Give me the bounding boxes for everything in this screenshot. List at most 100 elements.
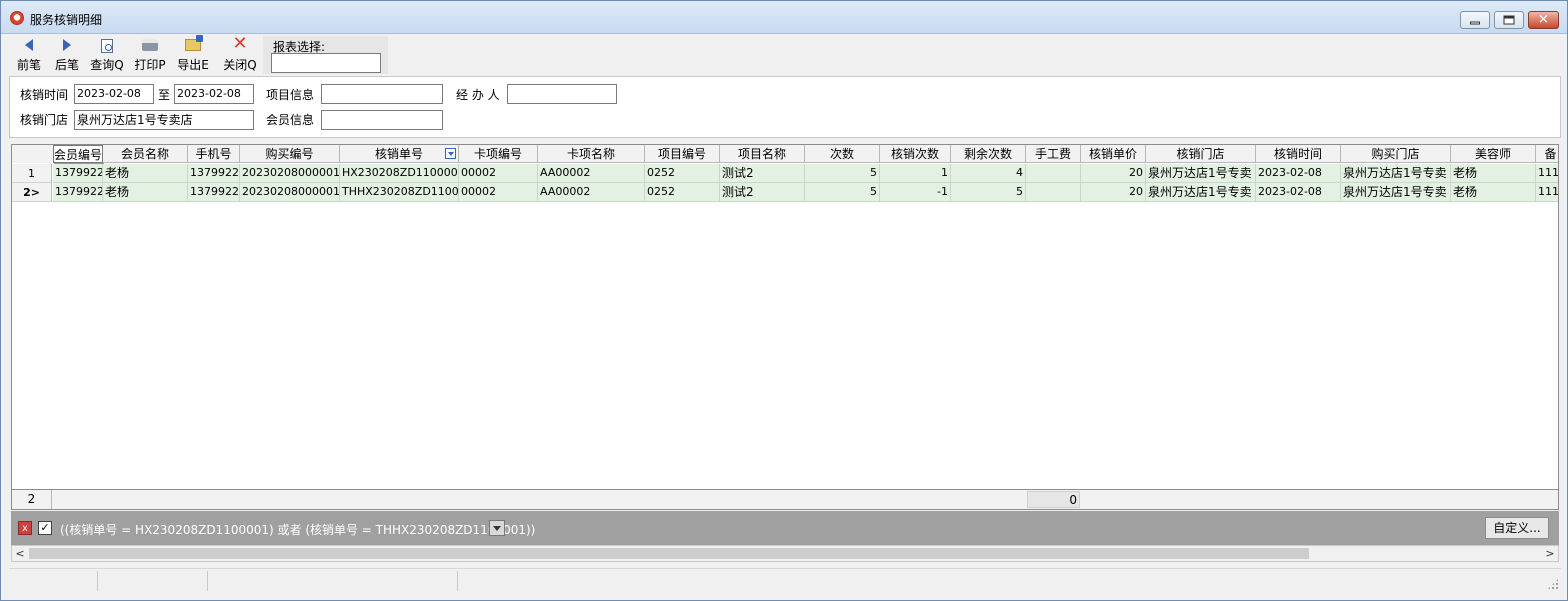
clear-filter-button[interactable]: x <box>18 521 32 535</box>
table-cell[interactable]: 5 <box>805 183 880 202</box>
table-cell[interactable]: 老杨 <box>1451 183 1536 202</box>
column-header[interactable]: 手工费 <box>1026 145 1081 163</box>
scroll-right-icon[interactable]: > <box>1542 546 1558 561</box>
table-cell[interactable]: 1379922 <box>53 164 103 183</box>
column-header[interactable]: 剩余次数 <box>951 145 1026 163</box>
column-header[interactable]: 核销门店 <box>1146 145 1256 163</box>
export-button[interactable]: 导出E <box>173 34 213 76</box>
report-select-input[interactable] <box>271 53 381 73</box>
prev-button[interactable]: 前笔 <box>9 34 49 76</box>
row-indicator[interactable]: 2> <box>12 183 52 202</box>
scroll-thumb[interactable] <box>29 548 1309 559</box>
table-cell[interactable]: 测试2 <box>720 164 805 183</box>
table-cell[interactable] <box>1026 183 1081 202</box>
column-header[interactable]: 核销时间 <box>1256 145 1341 163</box>
scroll-left-icon[interactable]: < <box>12 546 28 561</box>
table-cell[interactable]: 4 <box>951 164 1026 183</box>
column-header[interactable]: 卡项编号 <box>459 145 538 163</box>
member-info-field[interactable] <box>321 110 443 130</box>
table-cell[interactable]: HX230208ZD1100001 <box>340 164 459 183</box>
table-cell[interactable]: 111 <box>1536 183 1558 202</box>
table-cell[interactable]: AA00002 <box>538 183 645 202</box>
maximize-button[interactable] <box>1494 11 1524 29</box>
table-cell[interactable] <box>1026 164 1081 183</box>
column-header[interactable]: 购买编号 <box>240 145 340 163</box>
table-cell[interactable]: 00002 <box>459 183 538 202</box>
date-to-field[interactable]: 2023-02-08 <box>174 84 254 104</box>
table-cell[interactable]: 20 <box>1081 164 1146 183</box>
resize-grip-icon[interactable] <box>1547 578 1559 590</box>
table-cell[interactable]: 老杨 <box>103 164 188 183</box>
table-cell[interactable]: 1379922 <box>53 183 103 202</box>
filter-expression-bar: x ✓ ((核销单号 = HX230208ZD1100001) 或者 (核销单号… <box>11 511 1559 545</box>
table-cell[interactable]: 5 <box>951 183 1026 202</box>
table-cell[interactable]: 111 <box>1536 164 1558 183</box>
table-cell[interactable]: -1 <box>880 183 951 202</box>
filter-expression-text[interactable]: ((核销单号 = HX230208ZD1100001) 或者 (核销单号 = T… <box>60 521 535 538</box>
horizontal-scrollbar[interactable]: < > <box>11 545 1559 562</box>
table-cell[interactable]: 20230208000001 <box>240 183 340 202</box>
table-cell[interactable]: 1379922 <box>188 164 240 183</box>
table-row[interactable]: 2> 1379922 老杨 1379922 20230208000001 THHX2302… <box>12 183 1558 202</box>
table-cell[interactable]: AA00002 <box>538 164 645 183</box>
data-grid[interactable]: 会员编号 会员名称 手机号 购买编号 核销单号 卡项编号 卡项名称 项目编号 项目名称 次数 核销次… <box>11 144 1559 490</box>
store-field[interactable]: 泉州万达店1号专卖店 <box>74 110 254 130</box>
row-indicator[interactable]: 1 <box>12 164 52 183</box>
prev-label: 前笔 <box>16 58 41 72</box>
next-label: 后笔 <box>54 58 79 72</box>
table-cell[interactable]: 0252 <box>645 164 720 183</box>
date-from-field[interactable]: 2023-02-08 <box>74 84 154 104</box>
table-cell[interactable]: 2023-02-08 <box>1256 164 1341 183</box>
column-header[interactable]: 备 <box>1536 145 1558 163</box>
column-header[interactable]: 核销单号 <box>340 145 459 163</box>
table-cell[interactable]: 老杨 <box>1451 164 1536 183</box>
filter-enabled-checkbox[interactable]: ✓ <box>38 521 52 535</box>
report-select-panel: 报表选择: <box>263 36 388 74</box>
table-cell[interactable]: 泉州万达店1号专卖 <box>1146 183 1256 202</box>
app-window: 服务核销明细 ✕ 前笔 后笔 查询Q 打印P 导出E ✕ 关闭Q 报表选择: 核… <box>0 0 1568 601</box>
column-header[interactable]: 次数 <box>805 145 880 163</box>
filter-icon[interactable] <box>445 148 456 159</box>
item-info-field[interactable] <box>321 84 443 104</box>
table-row[interactable]: 1 1379922 老杨 1379922 20230208000001 HX230208Z… <box>12 164 1558 183</box>
print-button[interactable]: 打印P <box>130 34 170 76</box>
store-label: 核销门店 <box>20 113 69 127</box>
table-cell[interactable]: 0252 <box>645 183 720 202</box>
close-button[interactable]: ✕ 关闭Q <box>220 34 260 76</box>
column-header[interactable]: 美容师 <box>1451 145 1536 163</box>
table-cell[interactable]: 5 <box>805 164 880 183</box>
close-window-button[interactable]: ✕ <box>1528 11 1559 29</box>
minimize-button[interactable] <box>1460 11 1490 29</box>
column-header[interactable]: 手机号 <box>188 145 240 163</box>
handler-label: 经 办 人 <box>456 88 500 102</box>
table-cell[interactable]: 20 <box>1081 183 1146 202</box>
next-button[interactable]: 后笔 <box>47 34 87 76</box>
column-header[interactable]: 卡项名称 <box>538 145 645 163</box>
maximize-icon <box>1503 15 1515 25</box>
column-header[interactable]: 项目编号 <box>645 145 720 163</box>
table-cell[interactable]: 泉州万达店1号专卖 <box>1341 164 1451 183</box>
table-cell[interactable]: 2023-02-08 <box>1256 183 1341 202</box>
column-header[interactable]: 会员名称 <box>103 145 188 163</box>
query-button[interactable]: 查询Q <box>87 34 127 76</box>
column-header[interactable]: 会员编号 <box>53 145 103 163</box>
table-cell[interactable]: 老杨 <box>103 183 188 202</box>
app-icon <box>10 11 24 25</box>
column-header[interactable]: 核销次数 <box>880 145 951 163</box>
table-cell[interactable]: 1379922 <box>188 183 240 202</box>
minimize-icon <box>1470 21 1480 25</box>
chevron-down-icon[interactable] <box>489 520 505 536</box>
table-cell[interactable]: 泉州万达店1号专卖 <box>1146 164 1256 183</box>
column-header[interactable]: 购买门店 <box>1341 145 1451 163</box>
table-cell[interactable]: THHX230208ZD1100001 <box>340 183 459 202</box>
table-cell[interactable]: 1 <box>880 164 951 183</box>
close-icon: ✕ <box>1538 12 1549 28</box>
handler-field[interactable] <box>507 84 617 104</box>
table-cell[interactable]: 00002 <box>459 164 538 183</box>
table-cell[interactable]: 测试2 <box>720 183 805 202</box>
column-header[interactable]: 项目名称 <box>720 145 805 163</box>
table-cell[interactable]: 泉州万达店1号专卖 <box>1341 183 1451 202</box>
column-header[interactable]: 核销单价 <box>1081 145 1146 163</box>
table-cell[interactable]: 20230208000001 <box>240 164 340 183</box>
customize-filter-button[interactable]: 自定义... <box>1485 517 1549 539</box>
